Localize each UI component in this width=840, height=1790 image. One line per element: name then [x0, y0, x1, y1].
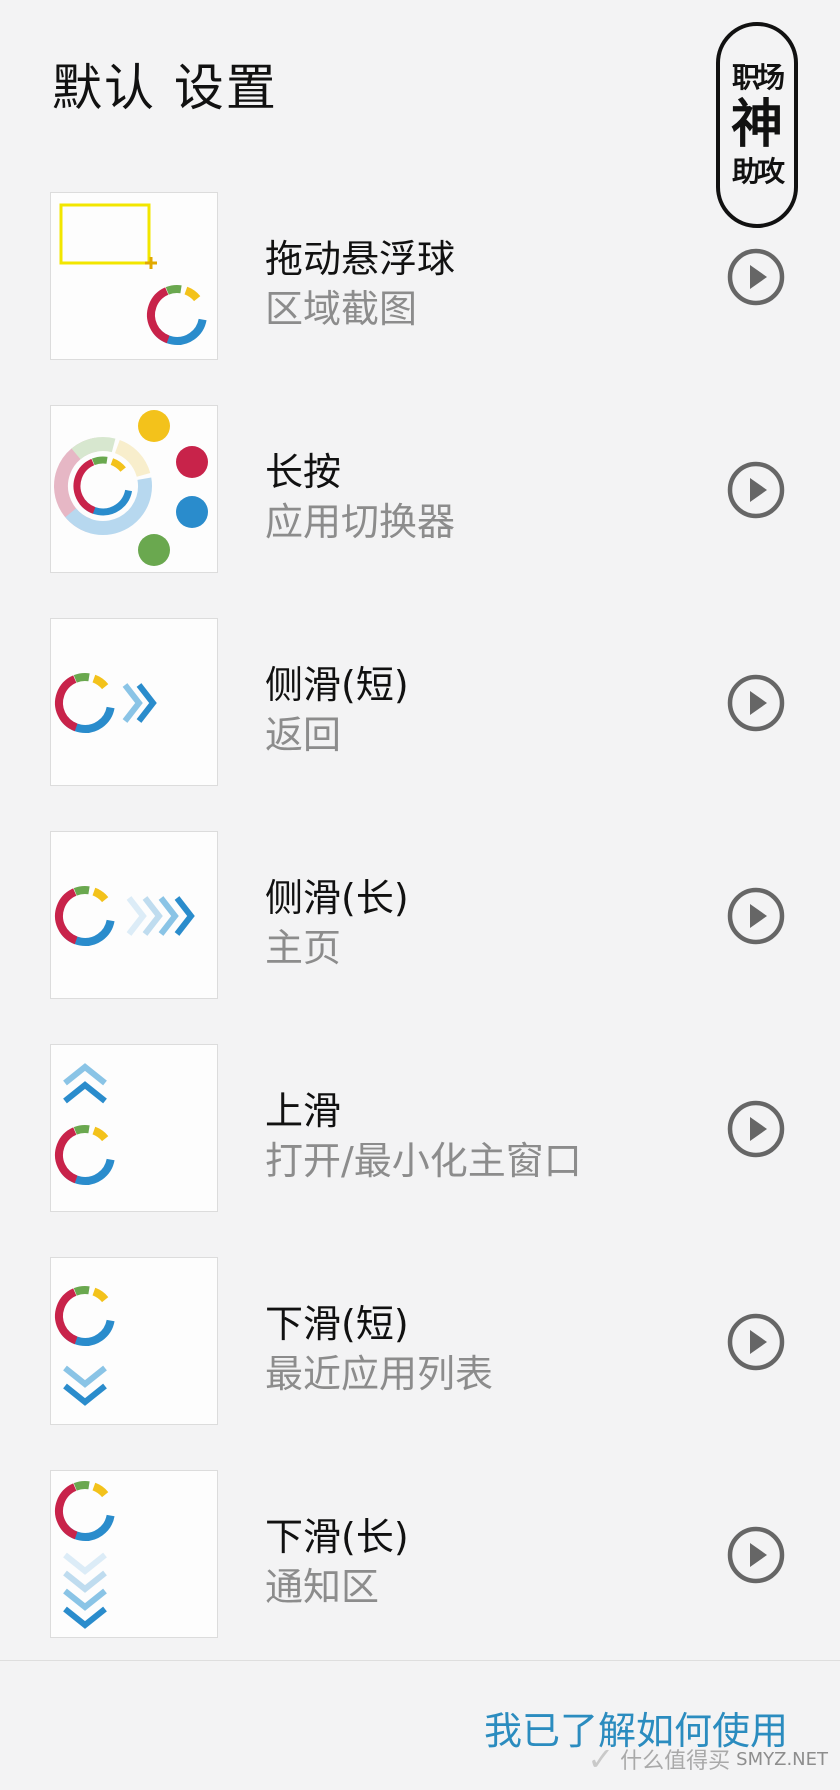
gesture-row-drag[interactable]: 拖动悬浮球 区域截图 [0, 192, 840, 404]
gesture-title: 侧滑(短) [265, 663, 409, 707]
play-icon[interactable] [726, 247, 786, 307]
gesture-action: 通知区 [265, 1565, 380, 1609]
gesture-title: 长按 [265, 450, 342, 494]
watermark: ✓ 什么值得买 SMYZ.NET [587, 1740, 828, 1778]
swipe-long-icon [50, 831, 218, 999]
gesture-row-swipe-long[interactable]: 侧滑(长) 主页 [0, 831, 840, 1043]
gesture-action: 返回 [265, 713, 342, 757]
play-icon[interactable] [726, 460, 786, 520]
gesture-action: 应用切换器 [265, 500, 456, 544]
gesture-title: 下滑(长) [265, 1515, 409, 1559]
swipe-down-short-icon [50, 1257, 218, 1425]
gesture-row-swipe-up[interactable]: 上滑 打开/最小化主窗口 [0, 1044, 840, 1256]
gesture-action: 最近应用列表 [265, 1352, 494, 1396]
gesture-row-swipe-down-long[interactable]: 下滑(长) 通知区 [0, 1470, 840, 1682]
swipe-short-icon [50, 618, 218, 786]
gesture-action: 主页 [265, 926, 342, 970]
gesture-title: 侧滑(长) [265, 876, 409, 920]
play-icon[interactable] [726, 1099, 786, 1159]
gesture-row-swipe-down-short[interactable]: 下滑(短) 最近应用列表 [0, 1257, 840, 1469]
page-title: 默认 设置 [52, 59, 278, 117]
gesture-title: 拖动悬浮球 [265, 237, 456, 281]
gesture-action: 打开/最小化主窗口 [265, 1139, 582, 1183]
play-icon[interactable] [726, 1312, 786, 1372]
play-icon[interactable] [726, 673, 786, 733]
swipe-up-icon [50, 1044, 218, 1212]
swipe-down-long-icon [50, 1470, 218, 1638]
play-icon[interactable] [726, 886, 786, 946]
gesture-title: 下滑(短) [265, 1302, 409, 1346]
drag-select-icon [50, 192, 218, 360]
gesture-action: 区域截图 [265, 287, 418, 331]
long-press-icon [50, 405, 218, 573]
footer-divider [0, 1660, 840, 1661]
gesture-title: 上滑 [265, 1089, 342, 1133]
gesture-row-swipe-short[interactable]: 侧滑(短) 返回 [0, 618, 840, 830]
gesture-row-long-press[interactable]: 长按 应用切换器 [0, 405, 840, 617]
brand-logo-icon: ✓ [587, 1740, 615, 1778]
play-icon[interactable] [726, 1525, 786, 1585]
